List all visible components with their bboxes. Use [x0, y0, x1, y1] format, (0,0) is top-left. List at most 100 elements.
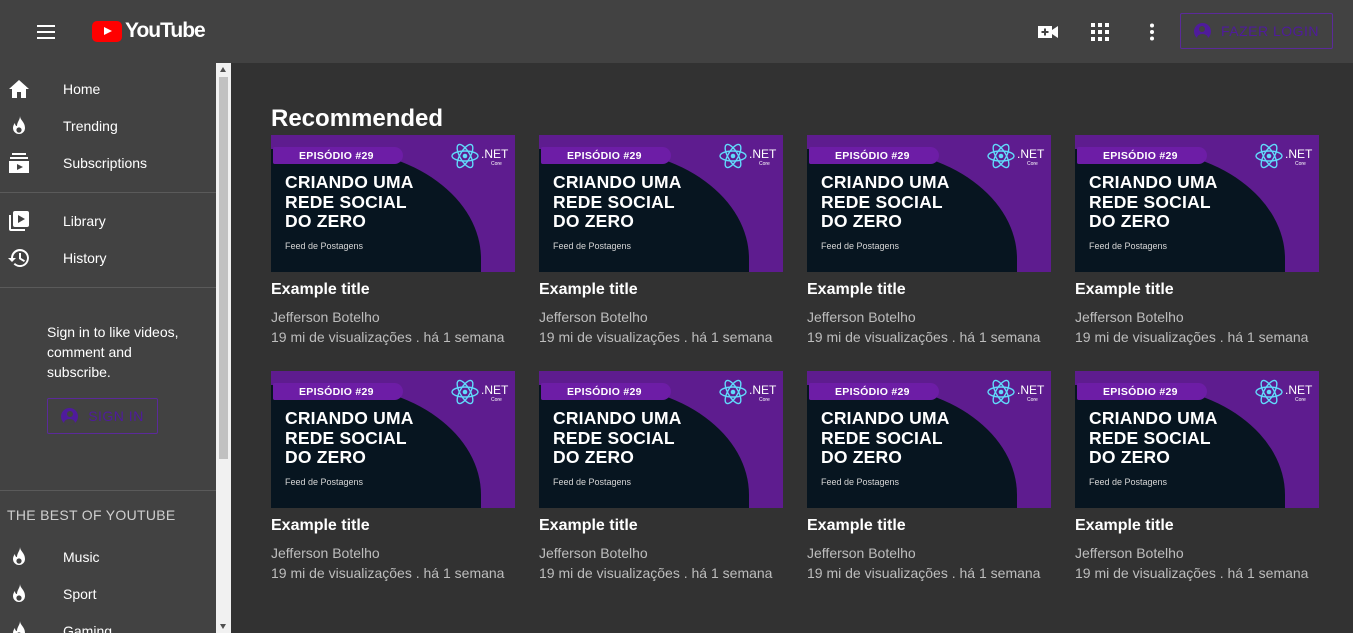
react-logo-icon	[1255, 143, 1283, 169]
thumbnail-brand-sub: Core	[759, 397, 770, 403]
thumbnail-headline-line: DO ZERO	[285, 211, 367, 231]
sidebar-item-label: Library	[63, 212, 106, 229]
thumbnail-headline-line: CRIANDO UMA	[285, 172, 414, 192]
video-card[interactable]: EPISÓDIO #29 CRIANDO UMA REDE SOCIAL DO …	[271, 371, 515, 581]
thumbnail-brand-sub: Core	[1027, 161, 1038, 167]
thumbnail-brand-sub: Core	[491, 161, 502, 167]
video-meta: 19 mi de visualizações . há 1 semana	[271, 565, 505, 581]
scroll-down-arrow-icon[interactable]	[220, 624, 226, 629]
thumbnail-brand: .NET	[1285, 147, 1313, 161]
video-title[interactable]: Example title	[271, 281, 515, 299]
thumbnail-headline-line: CRIANDO UMA	[1089, 172, 1218, 192]
menu-button[interactable]	[28, 14, 64, 50]
apps-button[interactable]	[1088, 20, 1112, 44]
sidebar-item-label: Home	[63, 80, 101, 97]
subscriptions-icon	[8, 152, 30, 174]
thumbnail-brand: .NET	[749, 383, 777, 397]
react-logo-icon	[451, 143, 479, 169]
video-thumbnail[interactable]: EPISÓDIO #29 CRIANDO UMA REDE SOCIAL DO …	[271, 135, 515, 272]
video-thumbnail[interactable]: EPISÓDIO #29 CRIANDO UMA REDE SOCIAL DO …	[807, 135, 1051, 272]
sidebar-item-gaming[interactable]: Gaming	[0, 612, 216, 633]
video-card[interactable]: EPISÓDIO #29 CRIANDO UMA REDE SOCIAL DO …	[271, 135, 515, 345]
login-button[interactable]: FAZER LOGIN	[1180, 13, 1333, 49]
thumbnail-headline-line: DO ZERO	[821, 211, 903, 231]
thumbnail-subtitle: Feed de Postagens	[1089, 477, 1168, 487]
sidebar-divider	[0, 490, 216, 491]
sidebar-item-library[interactable]: Library	[0, 202, 216, 239]
scroll-up-arrow-icon[interactable]	[220, 67, 226, 72]
thumbnail-brand: .NET	[481, 383, 509, 397]
thumbnail-brand-sub: Core	[491, 397, 502, 403]
thumbnail-headline: CRIANDO UMA REDE SOCIAL DO ZERO	[821, 408, 950, 468]
thumbnail-headline-line: DO ZERO	[553, 447, 635, 467]
create-video-button[interactable]	[1036, 20, 1060, 44]
section-title-best-of-youtube: THE BEST OF YOUTUBE	[7, 507, 176, 523]
sidebar-scrollbar[interactable]	[216, 63, 231, 633]
video-title[interactable]: Example title	[807, 281, 1051, 299]
thumbnail-subtitle: Feed de Postagens	[285, 241, 364, 251]
youtube-logo[interactable]: YouTube	[92, 19, 206, 43]
video-thumbnail[interactable]: EPISÓDIO #29 CRIANDO UMA REDE SOCIAL DO …	[271, 371, 515, 508]
video-thumbnail[interactable]: EPISÓDIO #29 CRIANDO UMA REDE SOCIAL DO …	[807, 371, 1051, 508]
thumbnail-episode-label: EPISÓDIO #29	[541, 383, 671, 400]
video-channel[interactable]: Jefferson Botelho	[271, 309, 515, 325]
sign-in-button[interactable]: SIGN IN	[47, 398, 158, 434]
thumbnail-headline: CRIANDO UMA REDE SOCIAL DO ZERO	[285, 408, 414, 468]
video-title[interactable]: Example title	[539, 517, 783, 535]
sidebar-item-subscriptions[interactable]: Subscriptions	[0, 144, 216, 181]
logo-text: YouTube	[125, 19, 206, 42]
video-channel[interactable]: Jefferson Botelho	[1075, 545, 1319, 561]
scrollbar-thumb[interactable]	[219, 77, 228, 459]
react-logo-icon	[987, 143, 1015, 169]
video-thumbnail[interactable]: EPISÓDIO #29 CRIANDO UMA REDE SOCIAL DO …	[1075, 135, 1319, 272]
main-content: Recommended EPISÓDIO #29 CRIANDO UMA RED…	[231, 63, 1353, 633]
settings-more-button[interactable]	[1140, 20, 1164, 44]
thumbnail-subtitle: Feed de Postagens	[1089, 241, 1168, 251]
thumbnail-headline-line: DO ZERO	[553, 211, 635, 231]
thumbnail-episode-label: EPISÓDIO #29	[541, 147, 671, 164]
thumbnail-episode-label: EPISÓDIO #29	[1077, 147, 1207, 164]
thumbnail-episode-label: EPISÓDIO #29	[1077, 383, 1207, 400]
video-channel[interactable]: Jefferson Botelho	[539, 309, 783, 325]
fire-icon	[8, 546, 30, 568]
thumbnail-brand: .NET	[481, 147, 509, 161]
sidebar-item-trending[interactable]: Trending	[0, 107, 216, 144]
video-channel[interactable]: Jefferson Botelho	[807, 309, 1051, 325]
video-meta: 19 mi de visualizações . há 1 semana	[539, 565, 773, 581]
video-meta: 19 mi de visualizações . há 1 semana	[271, 329, 505, 345]
video-title[interactable]: Example title	[807, 517, 1051, 535]
video-channel[interactable]: Jefferson Botelho	[1075, 309, 1319, 325]
thumbnail-headline: CRIANDO UMA REDE SOCIAL DO ZERO	[285, 172, 414, 232]
video-card[interactable]: EPISÓDIO #29 CRIANDO UMA REDE SOCIAL DO …	[539, 135, 783, 345]
video-channel[interactable]: Jefferson Botelho	[539, 545, 783, 561]
video-channel[interactable]: Jefferson Botelho	[271, 545, 515, 561]
sidebar-item-sport[interactable]: Sport	[0, 575, 216, 612]
video-thumbnail[interactable]: EPISÓDIO #29 CRIANDO UMA REDE SOCIAL DO …	[539, 371, 783, 508]
thumbnail-headline-line: DO ZERO	[285, 447, 367, 467]
video-card[interactable]: EPISÓDIO #29 CRIANDO UMA REDE SOCIAL DO …	[539, 371, 783, 581]
sidebar-item-home[interactable]: Home	[0, 70, 216, 107]
video-title[interactable]: Example title	[271, 517, 515, 535]
video-thumbnail[interactable]: EPISÓDIO #29 CRIANDO UMA REDE SOCIAL DO …	[1075, 371, 1319, 508]
video-title[interactable]: Example title	[1075, 517, 1319, 535]
video-meta: 19 mi de visualizações . há 1 semana	[807, 329, 1041, 345]
video-title[interactable]: Example title	[539, 281, 783, 299]
apps-grid-icon	[1091, 23, 1109, 41]
react-logo-icon	[719, 379, 747, 405]
thumbnail-headline: CRIANDO UMA REDE SOCIAL DO ZERO	[1089, 408, 1218, 468]
video-channel[interactable]: Jefferson Botelho	[807, 545, 1051, 561]
sidebar-item-history[interactable]: History	[0, 239, 216, 276]
history-icon	[8, 247, 30, 269]
thumbnail-headline: CRIANDO UMA REDE SOCIAL DO ZERO	[821, 172, 950, 232]
video-card[interactable]: EPISÓDIO #29 CRIANDO UMA REDE SOCIAL DO …	[1075, 135, 1319, 345]
thumbnail-headline-line: CRIANDO UMA	[821, 172, 950, 192]
video-meta: 19 mi de visualizações . há 1 semana	[1075, 565, 1309, 581]
video-card[interactable]: EPISÓDIO #29 CRIANDO UMA REDE SOCIAL DO …	[807, 135, 1051, 345]
thumbnail-subtitle: Feed de Postagens	[285, 477, 364, 487]
video-card[interactable]: EPISÓDIO #29 CRIANDO UMA REDE SOCIAL DO …	[807, 371, 1051, 581]
video-title[interactable]: Example title	[1075, 281, 1319, 299]
sidebar-item-label: Gaming	[63, 622, 113, 633]
sidebar-item-music[interactable]: Music	[0, 538, 216, 575]
video-card[interactable]: EPISÓDIO #29 CRIANDO UMA REDE SOCIAL DO …	[1075, 371, 1319, 581]
video-thumbnail[interactable]: EPISÓDIO #29 CRIANDO UMA REDE SOCIAL DO …	[539, 135, 783, 272]
